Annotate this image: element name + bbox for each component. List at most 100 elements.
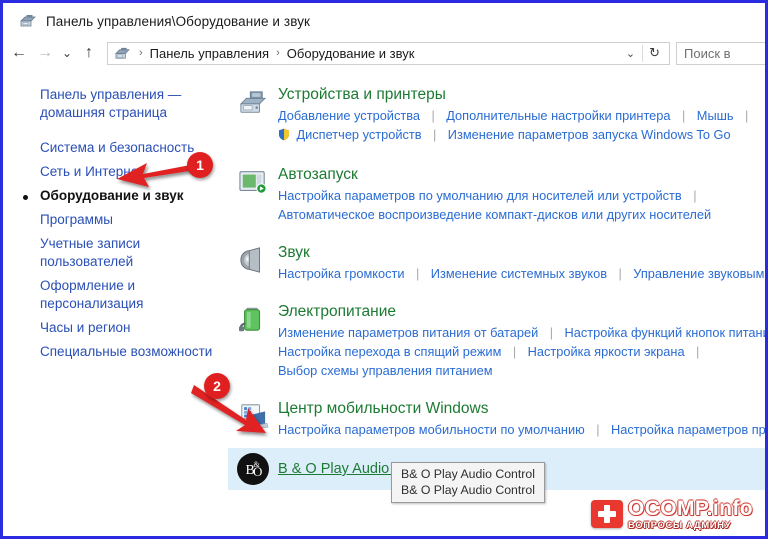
window-title: Панель управления\Оборудование и звук <box>46 14 310 29</box>
search-placeholder: Поиск в <box>677 46 731 61</box>
breadcrumb-item-0[interactable]: Панель управления <box>148 46 271 61</box>
link-battery-settings[interactable]: Изменение параметров питания от батарей <box>278 325 538 340</box>
category-links: Настройка громкости | Изменение системны… <box>278 264 764 283</box>
link-separator: | <box>506 344 523 359</box>
speaker-icon <box>228 242 278 283</box>
category-links: Настройка параметров мобильности по умол… <box>278 420 764 439</box>
breadcrumb-separator-0: › <box>134 47 148 59</box>
category-body: Устройства и принтеры Добавление устройс… <box>278 84 768 146</box>
control-panel-icon <box>19 13 37 29</box>
link-row: Настройка перехода в спящий режим | Наст… <box>278 342 764 361</box>
link-mobility-defaults[interactable]: Настройка параметров мобильности по умол… <box>278 422 585 437</box>
category-mobility-center: Центр мобильности Windows Настройка пара… <box>228 386 768 445</box>
watermark-subtitle: ВОПРОСЫ АДМИНУ <box>628 521 753 531</box>
category-autoplay: Автозапуск Настройка параметров по умолч… <box>228 152 768 230</box>
link-default-media-settings[interactable]: Настройка параметров по умолчанию для но… <box>278 188 682 203</box>
search-input[interactable]: Поиск в <box>676 42 768 65</box>
watermark-title: OCOMP.info <box>628 498 753 519</box>
bo-play-logo-icon: B O & <box>228 452 278 486</box>
category-power-options: Электропитание Изменение параметров пита… <box>228 289 768 386</box>
category-body: Электропитание Изменение параметров пита… <box>278 301 768 380</box>
link-row: Настройка параметров мобильности по умол… <box>278 420 764 439</box>
link-row: Выбор схемы управления питанием <box>278 361 764 380</box>
link-separator: | <box>409 266 426 281</box>
link-manage-audio-devices[interactable]: Управление звуковыми у <box>633 266 768 281</box>
category-links: Добавление устройства | Дополнительные н… <box>278 106 764 146</box>
link-power-plan[interactable]: Выбор схемы управления питанием <box>278 363 493 378</box>
tooltip-line-0: B& O Play Audio Control <box>401 466 535 482</box>
callout-badge-1: 1 <box>187 152 213 178</box>
link-row: Диспетчер устройств | Изменение параметр… <box>278 125 764 146</box>
navigation-bar: ← → ⌄ ↑ › Панель управления › Оборудован… <box>6 36 768 70</box>
category-title[interactable]: Центр мобильности Windows <box>278 398 764 419</box>
sidebar-item-user-accounts[interactable]: Учетные записи пользователей <box>6 232 228 274</box>
chevron-down-icon[interactable]: ⌄ <box>619 47 642 60</box>
category-title[interactable]: Звук <box>278 242 764 263</box>
link-separator: | <box>543 325 560 340</box>
callout-badge-2: 2 <box>204 373 230 399</box>
back-button[interactable]: ← <box>6 40 32 66</box>
category-body: Автозапуск Настройка параметров по умолч… <box>278 164 768 224</box>
watermark: OCOMP.info ВОПРОСЫ АДМИНУ <box>591 493 763 535</box>
address-bar-controls: ⌄ ↻ <box>619 45 669 62</box>
link-separator: | <box>612 266 629 281</box>
link-separator: | <box>589 422 606 437</box>
sidebar-item-appearance[interactable]: Оформление и персонализация <box>6 274 228 316</box>
link-autoplay-cd[interactable]: Автоматическое воспроизведение компакт-д… <box>278 207 711 222</box>
mobility-center-icon <box>228 398 278 439</box>
link-row: Добавление устройства | Дополнительные н… <box>278 106 764 125</box>
link-separator: | <box>675 108 692 123</box>
link-advanced-printer-settings[interactable]: Дополнительные настройки принтера <box>446 108 670 123</box>
sidebar-item-programs[interactable]: Программы <box>6 208 228 232</box>
breadcrumb-icon <box>114 46 131 61</box>
forward-button[interactable]: → <box>32 40 58 66</box>
control-panel-window: Панель управления\Оборудование и звук ← … <box>0 0 768 539</box>
svg-text:&: & <box>254 460 261 469</box>
link-separator: | <box>426 127 443 142</box>
link-row: Настройка параметров по умолчанию для но… <box>278 186 764 205</box>
breadcrumb-separator-1: › <box>271 47 285 59</box>
tooltip-line-1: B& O Play Audio Control <box>401 482 535 498</box>
link-brightness-settings[interactable]: Настройка яркости экрана <box>528 344 685 359</box>
recent-locations-button[interactable]: ⌄ <box>58 40 76 66</box>
link-row: Изменение параметров питания от батарей … <box>278 323 764 342</box>
link-presentation-settings[interactable]: Настройка параметров пре <box>611 422 768 437</box>
breadcrumb-item-1[interactable]: Оборудование и звук <box>285 46 417 61</box>
link-windows-to-go[interactable]: Изменение параметров запуска Windows To … <box>448 127 731 142</box>
link-row: Автоматическое воспроизведение компакт-д… <box>278 205 764 224</box>
category-body: Центр мобильности Windows Настройка пара… <box>278 398 768 439</box>
category-title[interactable]: Устройства и принтеры <box>278 84 764 105</box>
link-power-button-settings[interactable]: Настройка функций кнопок питани <box>564 325 768 340</box>
watermark-text: OCOMP.info ВОПРОСЫ АДМИНУ <box>628 498 753 531</box>
sidebar: Панель управления — домашняя страница Си… <box>6 70 228 539</box>
sidebar-item-accessibility[interactable]: Специальные возможности <box>6 340 228 364</box>
link-separator: | <box>738 108 755 123</box>
autoplay-icon <box>228 164 278 224</box>
link-separator: | <box>424 108 441 123</box>
address-bar[interactable]: › Панель управления › Оборудование и зву… <box>107 42 670 65</box>
sidebar-item-hardware-sound[interactable]: Оборудование и звук <box>6 184 228 208</box>
category-devices-printers: Устройства и принтеры Добавление устройс… <box>228 70 768 152</box>
link-mouse[interactable]: Мышь <box>697 108 734 123</box>
link-volume-settings[interactable]: Настройка громкости <box>278 266 405 281</box>
title-bar: Панель управления\Оборудование и звук <box>6 6 768 36</box>
link-add-device[interactable]: Добавление устройства <box>278 108 420 123</box>
sidebar-item-home[interactable]: Панель управления — домашняя страница <box>6 83 228 125</box>
category-body: Звук Настройка громкости | Изменение сис… <box>278 242 768 283</box>
tooltip: B& O Play Audio Control B& O Play Audio … <box>391 462 545 503</box>
sidebar-item-clock-region[interactable]: Часы и регион <box>6 316 228 340</box>
up-button[interactable]: ↑ <box>76 40 102 66</box>
link-separator: | <box>686 188 703 203</box>
category-sound: Звук Настройка громкости | Изменение сис… <box>228 230 768 289</box>
breadcrumb[interactable]: › Панель управления › Оборудование и зву… <box>108 46 619 61</box>
category-title[interactable]: Автозапуск <box>278 164 764 185</box>
link-device-manager[interactable]: Диспетчер устройств <box>296 127 421 142</box>
link-separator: | <box>689 344 706 359</box>
category-title[interactable]: Электропитание <box>278 301 764 322</box>
refresh-icon[interactable]: ↻ <box>643 45 666 61</box>
link-row: Настройка громкости | Изменение системны… <box>278 264 764 283</box>
link-system-sounds[interactable]: Изменение системных звуков <box>431 266 607 281</box>
link-sleep-settings[interactable]: Настройка перехода в спящий режим <box>278 344 501 359</box>
category-links: Изменение параметров питания от батарей … <box>278 323 764 380</box>
category-links: Настройка параметров по умолчанию для но… <box>278 186 764 224</box>
